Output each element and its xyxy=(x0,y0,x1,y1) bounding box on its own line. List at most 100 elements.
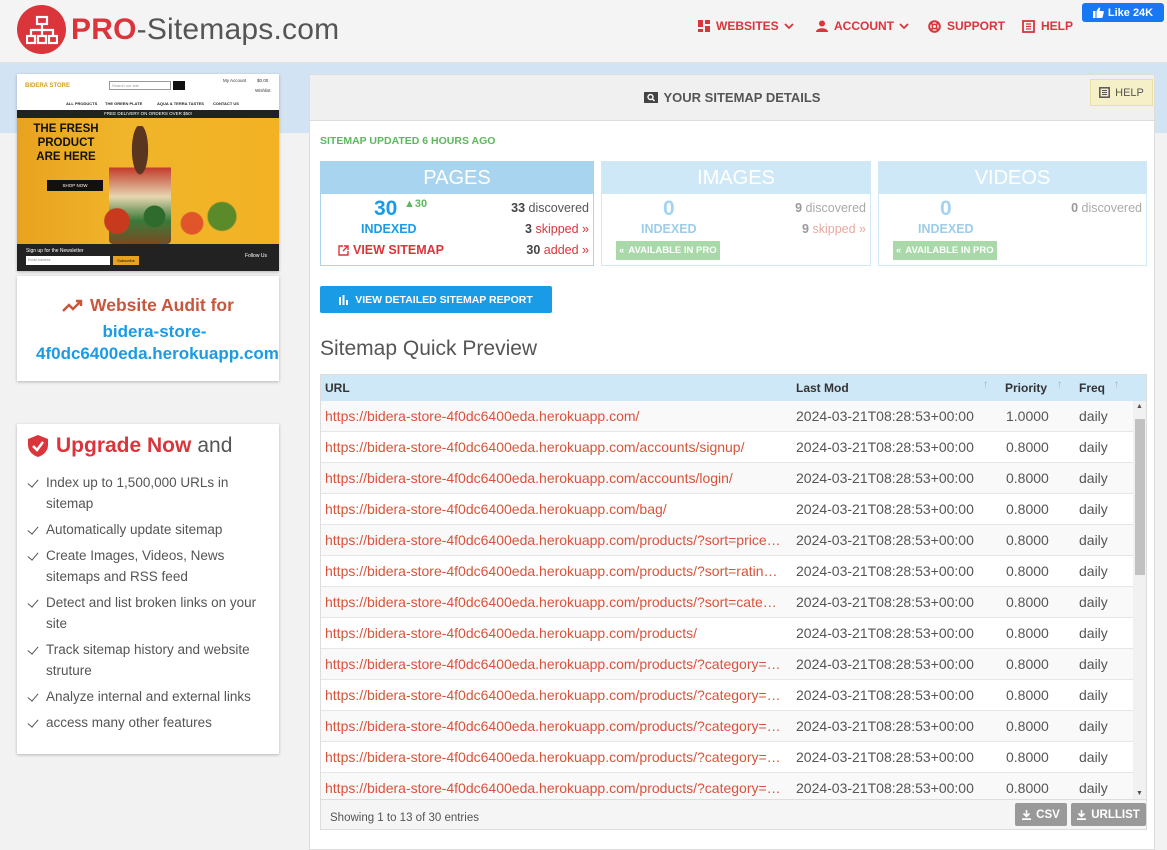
table-row: https://bidera-store-4f0dc6400eda.heroku… xyxy=(321,742,1133,773)
col-priority-header[interactable]: Priority xyxy=(1005,381,1047,395)
preview-subscribe: Subscribe xyxy=(113,256,139,265)
site-logo[interactable]: PRO-Sitemaps.com xyxy=(17,5,339,54)
freq-cell: daily xyxy=(1079,532,1108,548)
sort-icon[interactable]: ↑ xyxy=(1114,379,1119,390)
scrollbar-thumb[interactable] xyxy=(1135,419,1145,575)
audit-title: Website Audit for xyxy=(90,295,234,315)
pages-added[interactable]: 30 added » xyxy=(526,243,589,257)
chevron-down-icon xyxy=(899,23,909,30)
nav-account[interactable]: ACCOUNT xyxy=(816,19,915,33)
url-link[interactable]: https://bidera-store-4f0dc6400eda.heroku… xyxy=(325,718,787,734)
preview-bag: $0.00 xyxy=(257,78,269,83)
view-sitemap-label: VIEW SITEMAP xyxy=(353,243,444,257)
website-audit-card[interactable]: Website Audit for bidera-store-4f0dc6400… xyxy=(17,276,279,381)
lastmod-cell: 2024-03-21T08:28:53+00:00 xyxy=(796,749,974,765)
lastmod-cell: 2024-03-21T08:28:53+00:00 xyxy=(796,439,974,455)
upgrade-feature: Track sitemap history and website strutu… xyxy=(26,639,272,681)
preview-menu-item: ALL PRODUCTS xyxy=(66,101,98,106)
images-skipped-count: 9 xyxy=(802,222,809,236)
table-footer: Showing 1 to 13 of 30 entries CSV URLLIS… xyxy=(321,799,1146,829)
col-lastmod-header[interactable]: Last Mod xyxy=(796,381,849,395)
upgrade-feature-list: Index up to 1,500,000 URLs in sitemap Au… xyxy=(26,472,272,738)
priority-cell: 0.8000 xyxy=(1006,687,1049,703)
preview-search-box: Search our site xyxy=(109,81,171,90)
url-link[interactable]: https://bidera-store-4f0dc6400eda.heroku… xyxy=(325,780,787,796)
lastmod-cell: 2024-03-21T08:28:53+00:00 xyxy=(796,532,974,548)
urllist-download-button[interactable]: URLLIST xyxy=(1071,803,1146,826)
videos-indexed-label: INDEXED xyxy=(918,222,974,236)
images-indexed-label: INDEXED xyxy=(641,222,697,236)
videos-stat-card: VIDEOS 0 INDEXED «AVAILABLE IN PRO 0 dis… xyxy=(878,161,1147,266)
help-button[interactable]: HELP xyxy=(1090,79,1153,106)
col-freq-header[interactable]: Freq xyxy=(1079,381,1105,395)
images-available-in-pro[interactable]: «AVAILABLE IN PRO xyxy=(616,241,720,260)
images-stat-card: IMAGES 0 INDEXED «AVAILABLE IN PRO 9 dis… xyxy=(601,161,871,266)
sort-icon[interactable]: ↑ xyxy=(1057,379,1062,390)
url-link[interactable]: https://bidera-store-4f0dc6400eda.heroku… xyxy=(325,656,787,672)
user-icon xyxy=(816,20,828,32)
urllist-label: URLLIST xyxy=(1091,808,1140,821)
bar-chart-icon xyxy=(339,294,349,305)
lastmod-cell: 2024-03-21T08:28:53+00:00 xyxy=(796,470,974,486)
videos-available-in-pro[interactable]: «AVAILABLE IN PRO xyxy=(893,241,997,260)
url-link[interactable]: https://bidera-store-4f0dc6400eda.heroku… xyxy=(325,563,787,579)
upgrade-and: and xyxy=(197,434,233,457)
sort-icon[interactable]: ↑ xyxy=(983,379,988,390)
website-preview-thumbnail[interactable]: BIDERA STORE Search our site My Account … xyxy=(17,74,279,271)
priority-cell: 0.8000 xyxy=(1006,718,1049,734)
lastmod-cell: 2024-03-21T08:28:53+00:00 xyxy=(796,687,974,703)
facebook-like-button[interactable]: Like 24K xyxy=(1082,3,1164,22)
scroll-up-arrow[interactable]: ▲ xyxy=(1136,403,1143,410)
table-row: https://bidera-store-4f0dc6400eda.heroku… xyxy=(321,525,1133,556)
freq-cell: daily xyxy=(1079,439,1108,455)
pages-title: PAGES xyxy=(321,162,593,194)
priority-cell: 0.8000 xyxy=(1006,470,1049,486)
images-skipped: 9 skipped » xyxy=(802,222,866,236)
url-link[interactable]: https://bidera-store-4f0dc6400eda.heroku… xyxy=(325,470,787,486)
preview-search-placeholder: Search our site xyxy=(112,83,139,88)
scroll-down-arrow[interactable]: ▼ xyxy=(1136,790,1143,797)
nav-help-label: HELP xyxy=(1041,19,1074,33)
pages-skipped[interactable]: 3 skipped » xyxy=(525,222,589,236)
freq-cell: daily xyxy=(1079,656,1108,672)
col-url-header[interactable]: URL xyxy=(325,381,350,395)
preview-shop-now: SHOP NOW xyxy=(47,180,103,191)
preview-email-placeholder: Email Address xyxy=(28,258,51,262)
book-icon xyxy=(1099,87,1111,98)
nav-help[interactable]: HELP xyxy=(1022,19,1073,33)
pages-added-label: added xyxy=(543,243,579,257)
csv-download-button[interactable]: CSV xyxy=(1015,803,1067,826)
pages-delta: ▲30 xyxy=(404,198,428,210)
pages-indexed-label: INDEXED xyxy=(361,222,417,236)
double-chevron-right-icon: » xyxy=(855,222,866,236)
preview-store-name: BIDERA STORE xyxy=(25,83,71,89)
audit-domain[interactable]: bidera-store-4f0dc6400eda.herokuapp.com xyxy=(23,321,279,365)
url-link[interactable]: https://bidera-store-4f0dc6400eda.heroku… xyxy=(325,439,787,455)
freq-cell: daily xyxy=(1079,625,1108,641)
url-link[interactable]: https://bidera-store-4f0dc6400eda.heroku… xyxy=(325,501,787,517)
preview-menu-item: CONTACT US xyxy=(213,101,239,106)
url-link[interactable]: https://bidera-store-4f0dc6400eda.heroku… xyxy=(325,594,787,610)
lastmod-cell: 2024-03-21T08:28:53+00:00 xyxy=(796,780,974,796)
freq-cell: daily xyxy=(1079,718,1108,734)
upgrade-feature: access many other features xyxy=(26,712,272,733)
nav-websites[interactable]: WEBSITES xyxy=(698,19,800,33)
url-link[interactable]: https://bidera-store-4f0dc6400eda.heroku… xyxy=(325,532,787,548)
videos-discovered: 0 discovered xyxy=(1071,201,1142,215)
upgrade-title[interactable]: Upgrade Now xyxy=(56,434,191,458)
lastmod-cell: 2024-03-21T08:28:53+00:00 xyxy=(796,656,974,672)
images-indexed-count: 0 xyxy=(663,197,675,220)
table-row: https://bidera-store-4f0dc6400eda.heroku… xyxy=(321,401,1133,432)
like-label: Like 24K xyxy=(1107,6,1154,19)
url-link[interactable]: https://bidera-store-4f0dc6400eda.heroku… xyxy=(325,625,787,641)
images-skipped-label: skipped xyxy=(812,222,856,236)
view-detailed-report-button[interactable]: VIEW DETAILED SITEMAP REPORT xyxy=(320,286,552,313)
table-row: https://bidera-store-4f0dc6400eda.heroku… xyxy=(321,432,1133,463)
nav-support[interactable]: SUPPORT xyxy=(928,19,1005,33)
view-sitemap-link[interactable]: VIEW SITEMAP xyxy=(338,243,444,257)
table-scrollbar[interactable]: ▲ ▼ xyxy=(1133,401,1146,799)
sitemap-updated-status: SITEMAP UPDATED 6 HOURS AGO xyxy=(320,135,496,147)
url-link[interactable]: https://bidera-store-4f0dc6400eda.heroku… xyxy=(325,687,787,703)
url-link[interactable]: https://bidera-store-4f0dc6400eda.heroku… xyxy=(325,408,787,424)
url-link[interactable]: https://bidera-store-4f0dc6400eda.heroku… xyxy=(325,749,787,765)
